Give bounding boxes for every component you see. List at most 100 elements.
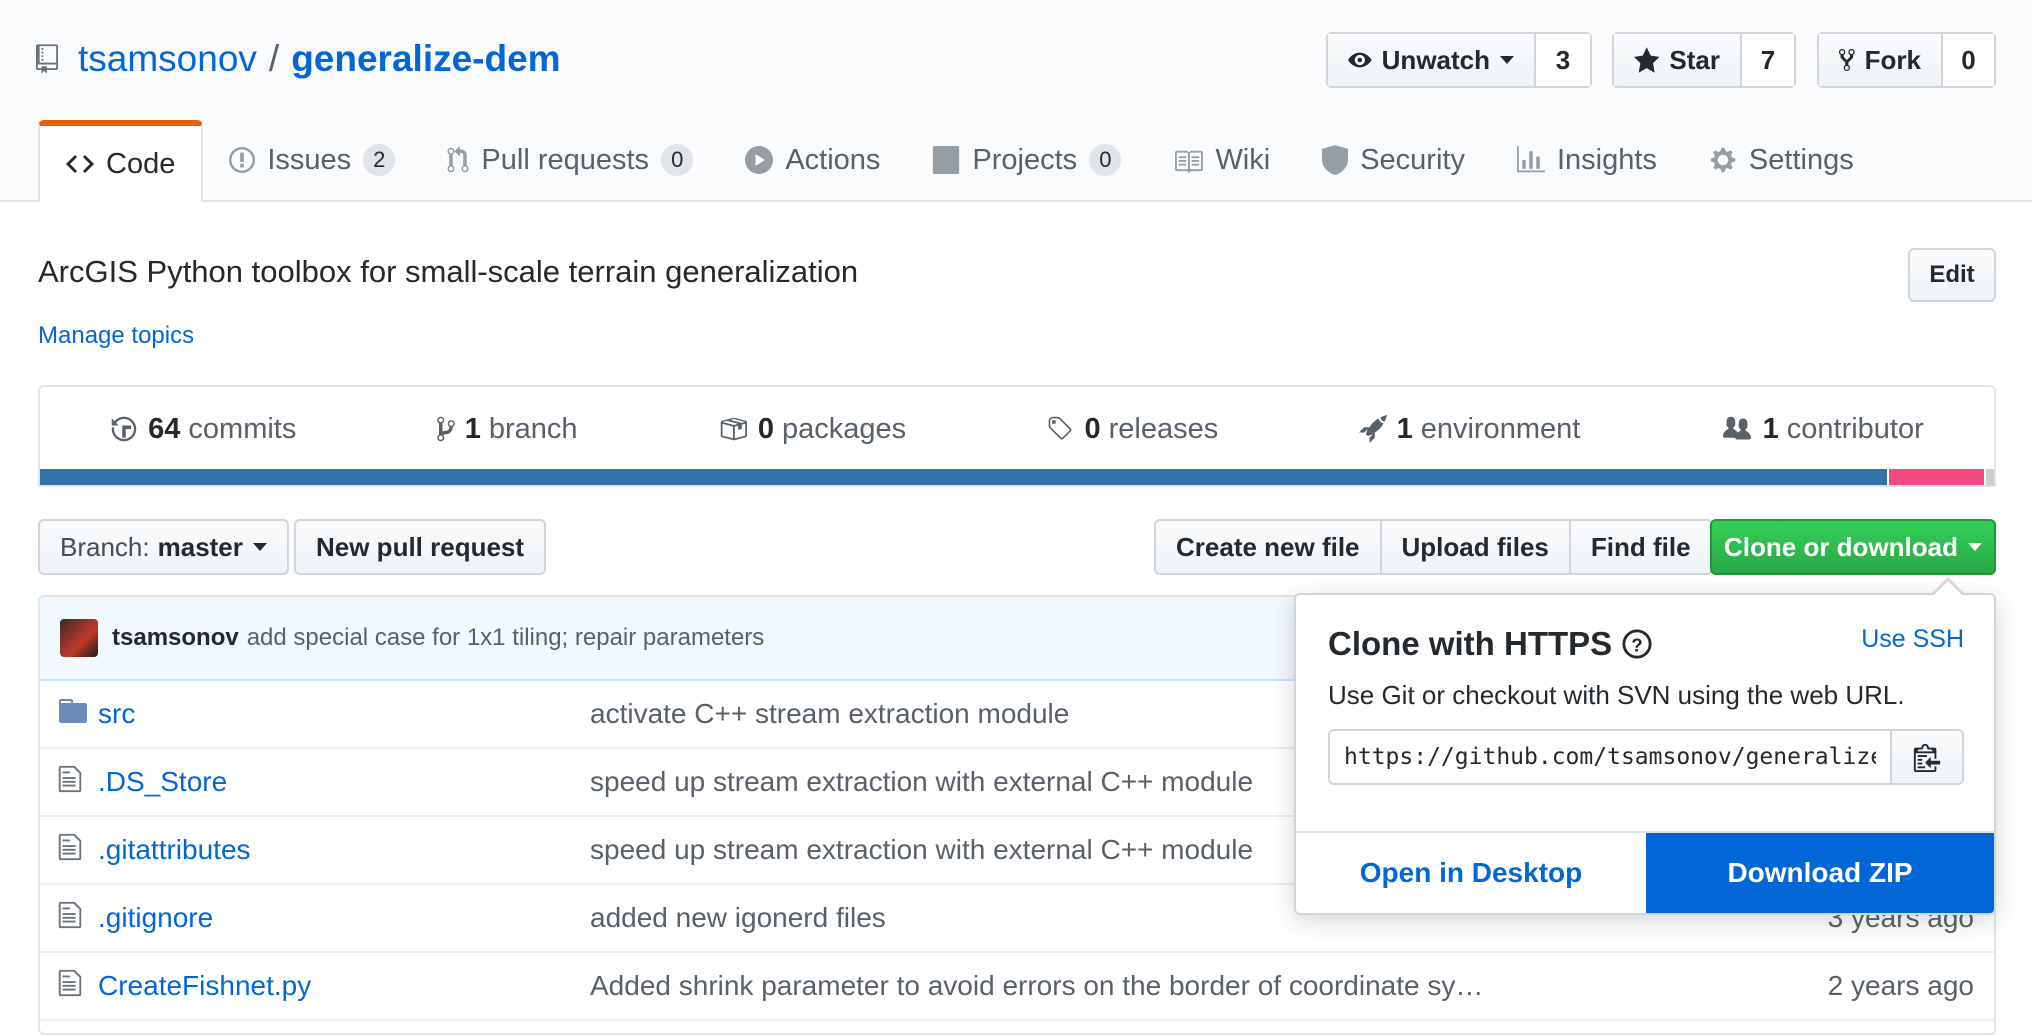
- package-icon: [720, 417, 747, 441]
- tab-settings[interactable]: Settings: [1683, 120, 1880, 200]
- commits-count: 64: [148, 412, 181, 445]
- copy-to-clipboard-button[interactable]: [1890, 731, 1962, 783]
- clone-help-text: Use Git or checkout with SVN using the w…: [1328, 680, 1905, 710]
- tab-settings-label: Settings: [1748, 143, 1854, 176]
- file-commit-message[interactable]: Added shrink parameter to avoid errors o…: [590, 970, 1483, 1002]
- tab-projects[interactable]: Projects 0: [906, 120, 1147, 200]
- path-separator: /: [268, 38, 280, 79]
- star-icon: [1634, 47, 1660, 73]
- branch-prefix: Branch:: [60, 531, 150, 562]
- tab-security[interactable]: Security: [1296, 120, 1491, 200]
- tab-wiki[interactable]: Wiki: [1147, 120, 1296, 200]
- file-name-link[interactable]: .DS_Store: [98, 766, 227, 798]
- create-new-file-button[interactable]: Create new file: [1156, 521, 1380, 573]
- star-label: Star: [1669, 44, 1720, 75]
- star-button[interactable]: Star: [1614, 34, 1740, 86]
- file-name-link[interactable]: src: [98, 698, 135, 730]
- svg-text:?: ?: [1631, 635, 1642, 656]
- pull-requests-counter: 0: [661, 144, 694, 176]
- packages-count: 0: [757, 412, 774, 445]
- branch-select-button[interactable]: Branch: master: [38, 519, 289, 575]
- tab-actions[interactable]: Actions: [719, 120, 906, 200]
- question-icon[interactable]: ?: [1622, 629, 1652, 659]
- contributors-label: contributor: [1786, 412, 1924, 445]
- projects-counter: 0: [1089, 144, 1122, 176]
- language-bar-segment[interactable]: [1886, 469, 1985, 485]
- file-icon: [58, 832, 82, 869]
- edit-description-button[interactable]: Edit: [1908, 248, 1996, 302]
- tab-issues[interactable]: Issues 2: [203, 120, 421, 200]
- language-bar-segment[interactable]: [40, 469, 1887, 485]
- chevron-down-icon: [1968, 543, 1982, 551]
- file-actions-group: Create new file Upload files Find file: [1154, 519, 1713, 575]
- fork-button[interactable]: Fork: [1819, 34, 1941, 86]
- summary-contributors[interactable]: 1 contributor: [1721, 413, 1924, 446]
- summary-commits[interactable]: 64 commits: [110, 413, 296, 446]
- file-name-link[interactable]: .gitattributes: [98, 834, 251, 866]
- file-commit-message[interactable]: speed up stream extraction with external…: [590, 834, 1253, 866]
- contributors-count: 1: [1762, 412, 1779, 445]
- upload-files-button[interactable]: Upload files: [1379, 521, 1569, 573]
- commit-author[interactable]: tsamsonov: [112, 624, 239, 652]
- download-zip-button[interactable]: Download ZIP: [1646, 833, 1994, 913]
- fork-icon: [1839, 49, 1855, 71]
- find-file-button[interactable]: Find file: [1568, 521, 1711, 573]
- stargazers-count[interactable]: 7: [1740, 34, 1794, 86]
- file-commit-message[interactable]: added new igonerd files: [590, 902, 886, 934]
- fork-label: Fork: [1864, 44, 1921, 75]
- language-bar[interactable]: [40, 469, 1994, 485]
- language-bar-segment[interactable]: [1984, 469, 1994, 485]
- repo-owner-link[interactable]: tsamsonov: [78, 38, 257, 80]
- summary-releases[interactable]: 0 releases: [1046, 413, 1218, 446]
- file-icon: [58, 764, 82, 801]
- book-icon: [1175, 150, 1204, 173]
- clone-url-field: [1328, 729, 1964, 785]
- tab-insights-label: Insights: [1556, 143, 1657, 176]
- repo-title: tsamsonov / generalize-dem: [36, 38, 561, 80]
- environments-label: environment: [1420, 412, 1581, 445]
- file-commit-message[interactable]: speed up stream extraction with external…: [590, 766, 1253, 798]
- forks-count[interactable]: 0: [1941, 34, 1994, 86]
- folder-icon: [58, 698, 88, 730]
- summary-branches[interactable]: 1 branch: [436, 412, 578, 446]
- chevron-down-icon: [1500, 56, 1514, 64]
- branch-name: master: [157, 531, 243, 562]
- gear-icon: [1710, 147, 1736, 173]
- clone-url-input[interactable]: [1330, 731, 1890, 783]
- tab-pull-requests-label: Pull requests: [481, 143, 650, 176]
- tab-projects-label: Projects: [972, 143, 1078, 176]
- file-commit-message[interactable]: activate C++ stream extraction module: [590, 698, 1069, 730]
- repo-name-link[interactable]: generalize-dem: [291, 38, 560, 80]
- file-age: 2 years ago: [1827, 970, 1974, 1001]
- branch-icon: [436, 416, 455, 442]
- tab-pull-requests[interactable]: Pull requests 0: [421, 120, 719, 200]
- eye-icon: [1348, 52, 1372, 68]
- clone-popover: Clone with HTTPS ? Use SSH Use Git or ch…: [1294, 577, 1996, 915]
- manage-topics-link[interactable]: Manage topics: [38, 322, 194, 350]
- use-ssh-link[interactable]: Use SSH: [1861, 625, 1964, 654]
- clone-or-download-button[interactable]: Clone or download: [1710, 519, 1996, 575]
- avatar[interactable]: [60, 619, 98, 657]
- star-button-group: Star 7: [1612, 32, 1796, 88]
- watchers-count[interactable]: 3: [1534, 34, 1590, 86]
- issue-icon: [229, 147, 256, 173]
- branch-count: 1: [464, 412, 481, 445]
- open-in-desktop-button[interactable]: Open in Desktop: [1296, 833, 1646, 913]
- code-icon: [66, 155, 94, 173]
- file-icon: [58, 900, 82, 937]
- summary-environments[interactable]: 1 environment: [1358, 412, 1581, 446]
- clone-or-download-label: Clone or download: [1724, 531, 1958, 562]
- tab-code[interactable]: Code: [38, 120, 204, 202]
- tab-insights[interactable]: Insights: [1491, 120, 1683, 200]
- unwatch-button[interactable]: Unwatch: [1328, 34, 1534, 86]
- commit-message[interactable]: add special case for 1x1 tiling; repair …: [247, 624, 765, 652]
- commits-label: commits: [188, 412, 297, 445]
- packages-label: packages: [781, 412, 907, 445]
- file-name-link[interactable]: .gitignore: [98, 902, 213, 934]
- clone-popover-title: Clone with HTTPS ?: [1328, 625, 1652, 663]
- summary-packages[interactable]: 0 packages: [718, 413, 906, 446]
- file-name-link[interactable]: CreateFishnet.py: [98, 970, 311, 1002]
- new-pull-request-button[interactable]: New pull request: [294, 519, 547, 575]
- repo-summary: 64 commits 1 branch 0 packages 0 release…: [38, 385, 1996, 487]
- file-icon: [58, 968, 82, 1005]
